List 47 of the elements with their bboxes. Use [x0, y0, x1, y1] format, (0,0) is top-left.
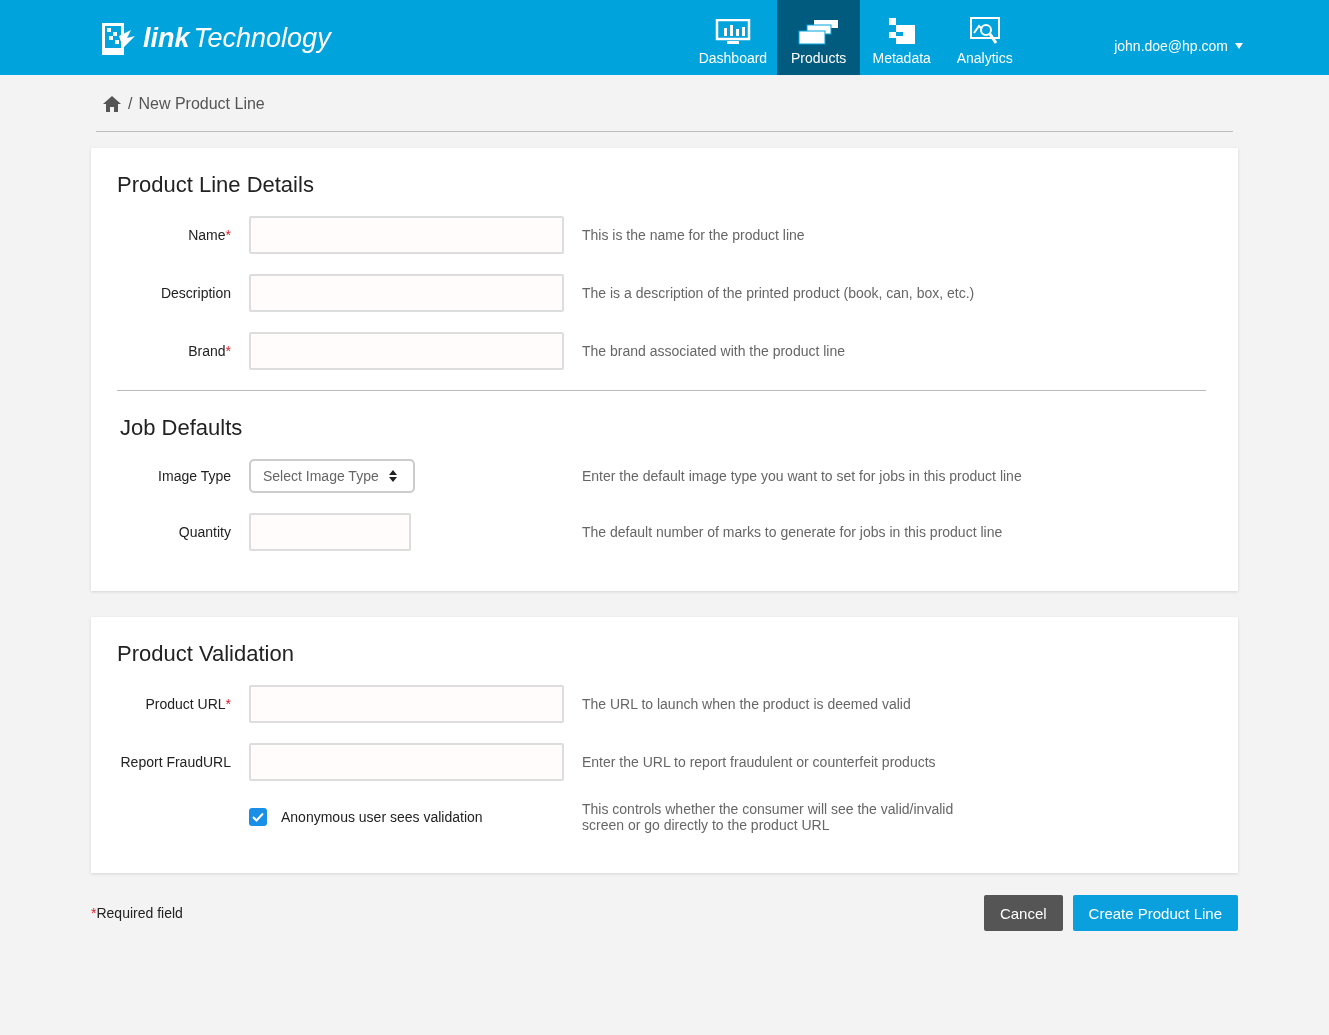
help-text: The is a description of the printed product (book, can, box, etc.): [582, 285, 976, 301]
nav-tab[interactable]: Analytics: [943, 0, 1027, 75]
caret-icon: [1235, 43, 1243, 49]
input-field[interactable]: [249, 216, 564, 254]
checkbox[interactable]: [249, 808, 267, 826]
logo-icon: [101, 21, 137, 56]
stacked-boxes-icon: [797, 19, 840, 45]
input-field[interactable]: [249, 743, 564, 781]
cancel-button[interactable]: Cancel: [983, 895, 1063, 931]
input-field[interactable]: [249, 274, 564, 312]
field-label: Report FraudURL: [120, 754, 231, 770]
checker-blocks-icon: [886, 17, 917, 45]
user-menu[interactable]: john.doe@hp.com: [1114, 0, 1243, 54]
select-dropdown[interactable]: Select Image Type: [249, 459, 415, 493]
sort-arrows-icon: [389, 470, 397, 482]
nav-tab[interactable]: Products: [777, 0, 861, 75]
logo-text: Technology: [193, 23, 331, 54]
breadcrumb-separator: /: [128, 95, 133, 113]
home-icon[interactable]: [102, 95, 122, 113]
field-label: Description: [160, 285, 231, 301]
logo-text: link: [143, 23, 190, 54]
field-label: Brand*: [188, 343, 231, 359]
section-title: Product Validation: [117, 640, 295, 667]
nav-tab[interactable]: Metadata: [860, 0, 944, 75]
help-text: The default number of marks to generate for jobs in this product line: [582, 524, 1004, 540]
help-text: Enter the default image type you want to set for jobs in this product line: [582, 468, 1023, 484]
input-field[interactable]: [249, 685, 564, 723]
help-text: This is the name for the product line: [582, 227, 806, 243]
field-label: Quantity: [178, 524, 231, 540]
checkbox-label: Anonymous user sees validation: [281, 809, 483, 825]
magnifier-chart-icon: [968, 17, 1001, 45]
help-text: The brand associated with the product line: [582, 343, 847, 359]
help-text: The URL to launch when the product is deemed valid: [582, 696, 912, 712]
nav-tab[interactable]: Dashboard: [688, 0, 778, 75]
section-title: Job Defaults: [120, 414, 244, 441]
field-label: Image Type: [158, 468, 231, 484]
input-field[interactable]: [249, 332, 564, 370]
help-text: Enter the URL to report fraudulent or counterfeit products: [582, 754, 937, 770]
create-button[interactable]: Create Product Line: [1072, 895, 1238, 931]
field-label: Name*: [188, 227, 231, 243]
help-text: This controls whether the consumer will see the valid/invalid screen or go directly to the product URL: [582, 801, 955, 833]
breadcrumb-current: New Product Line: [138, 95, 265, 113]
input-field[interactable]: [249, 513, 411, 551]
section-title: Product Line Details: [117, 171, 315, 198]
required-note: *Required field: [91, 905, 183, 921]
field-label: Product URL*: [145, 696, 231, 712]
monitor-chart-icon: [714, 19, 751, 45]
